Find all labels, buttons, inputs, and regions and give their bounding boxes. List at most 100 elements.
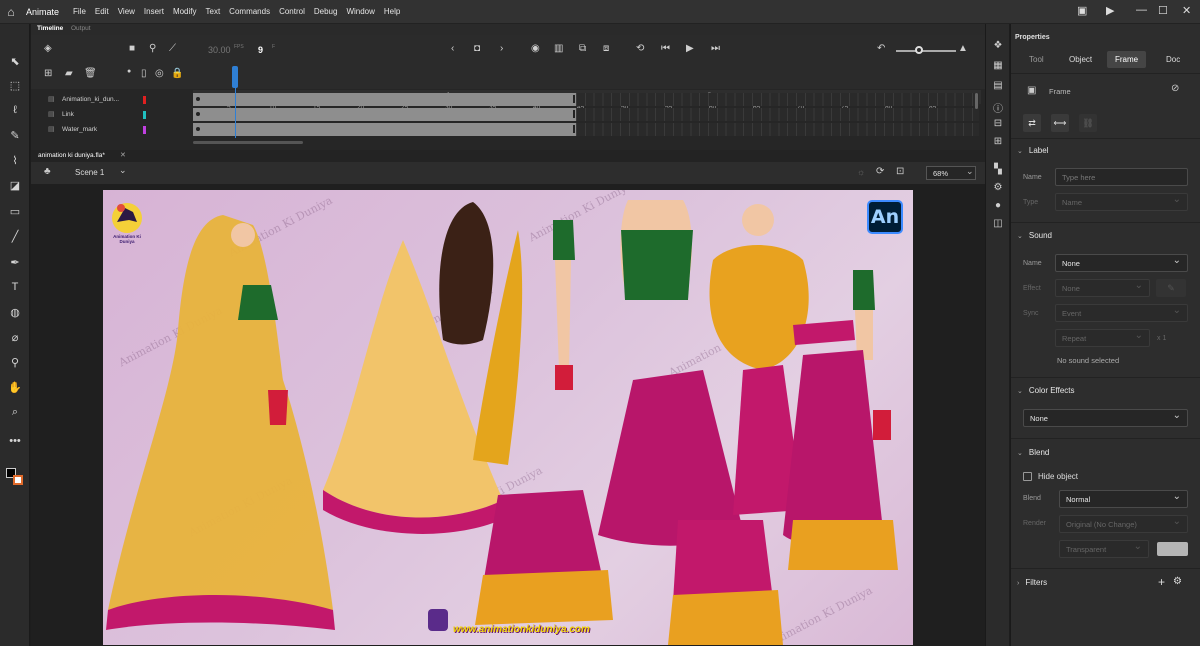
visibility-icon[interactable]: ◎ — [155, 68, 164, 79]
components-icon[interactable]: ▚ — [990, 164, 1006, 178]
tab-timeline[interactable]: Timeline — [37, 25, 63, 32]
loop-icon[interactable]: ⟲ — [636, 43, 644, 54]
tab-tool[interactable]: Tool — [1029, 55, 1044, 64]
snap-icon[interactable]: ⟳ — [876, 166, 884, 177]
graph-icon[interactable]: ⟋ — [169, 43, 176, 54]
layer-row[interactable]: ▤ Link — [31, 108, 191, 123]
layer-row[interactable]: ▤ Water_mark — [31, 123, 191, 138]
frame-zoom-handle[interactable] — [915, 46, 923, 54]
rectangle-icon[interactable]: ▭ — [6, 202, 24, 220]
onion-outline-icon[interactable]: ▥ — [554, 43, 563, 54]
frame-span[interactable] — [193, 123, 576, 136]
menu-help[interactable]: Help — [384, 7, 400, 16]
layer-row[interactable]: ▤ Animation_ki_dun... — [31, 93, 191, 108]
insert-keyframe-icon[interactable]: ◘ — [474, 43, 480, 54]
filters-section-header[interactable]: › Filters — [1017, 578, 1047, 587]
fill-color-swatch[interactable] — [13, 475, 23, 485]
lasso-icon[interactable]: ℓ — [6, 101, 24, 119]
tab-doc[interactable]: Doc — [1166, 55, 1180, 64]
undo-zoom-icon[interactable]: ↶ — [877, 43, 885, 54]
close-icon[interactable]: ✕ — [1182, 4, 1191, 17]
zoom-dropdown-icon[interactable]: ⌄ — [966, 166, 974, 177]
swap-icon[interactable]: ⊘ — [1171, 83, 1179, 94]
add-layer-icon[interactable]: ⊞ — [44, 68, 52, 79]
tab-object[interactable]: Object — [1069, 55, 1092, 64]
playhead[interactable] — [232, 66, 238, 88]
zoom-value[interactable]: 68% — [933, 169, 948, 178]
layout-icon[interactable]: ▣ — [1077, 4, 1087, 17]
add-filter-icon[interactable]: + — [1158, 575, 1165, 589]
layer-name[interactable]: Link — [62, 111, 74, 118]
stage-area[interactable]: Animation Ki Duniya Animation Ki Duniya … — [31, 184, 985, 646]
assets-icon[interactable]: ❖ — [990, 40, 1006, 54]
info-icon[interactable]: ⓘ — [990, 100, 1006, 115]
sync-select[interactable]: Event — [1055, 304, 1188, 322]
empty-frames[interactable] — [576, 93, 979, 106]
highlight-icon[interactable]: ● — [127, 68, 131, 75]
type-select[interactable]: Name — [1055, 193, 1188, 211]
filter-settings-icon[interactable]: ⚙ — [1173, 576, 1182, 587]
layer-name[interactable]: Animation_ki_dun... — [62, 96, 119, 103]
scene-dropdown-icon[interactable]: ⌄ — [119, 165, 127, 176]
layers-icon[interactable]: ◈ — [44, 43, 52, 54]
frame-span[interactable] — [193, 108, 576, 121]
pen-icon[interactable]: ✒ — [6, 253, 24, 271]
code-snippets-icon[interactable]: ● — [990, 200, 1006, 214]
sound-section-header[interactable]: ⌄ Sound — [1017, 231, 1052, 240]
tab-frame[interactable]: Frame — [1107, 51, 1147, 68]
frame-name-input[interactable]: Type here — [1055, 168, 1188, 186]
free-transform-icon[interactable]: ⬚ — [6, 76, 24, 94]
keyframe-dot[interactable] — [196, 112, 200, 116]
color-effect-select[interactable]: None — [1023, 409, 1188, 427]
empty-frames[interactable] — [576, 123, 979, 136]
add-folder-icon[interactable]: ▰ — [65, 68, 73, 79]
hand-icon[interactable]: ✋ — [6, 378, 24, 396]
menu-commands[interactable]: Commands — [229, 7, 270, 16]
close-tab-icon[interactable]: ✕ — [120, 151, 126, 159]
transform-icon[interactable]: ⊞ — [990, 136, 1006, 150]
tween-icon[interactable]: ⧈ — [603, 43, 609, 54]
background-color-swatch[interactable] — [1157, 542, 1188, 556]
label-section-header[interactable]: ⌄ Label — [1017, 146, 1048, 155]
layer-color-swatch[interactable] — [143, 96, 146, 104]
symbol-icon[interactable]: ☼ — [857, 167, 865, 177]
empty-frames[interactable] — [576, 108, 979, 121]
blend-section-header[interactable]: ⌄ Blend — [1017, 448, 1049, 457]
timeline-scrollbar[interactable] — [193, 141, 303, 144]
maximize-icon[interactable]: ☐ — [1158, 4, 1168, 17]
site-url[interactable]: www.animationkiduniya.com — [453, 624, 590, 635]
menu-text[interactable]: Text — [206, 7, 221, 16]
menu-edit[interactable]: Edit — [95, 7, 109, 16]
more-tools-icon[interactable]: ••• — [6, 432, 24, 450]
split-icon[interactable]: ⟷ — [1051, 114, 1069, 132]
brush-icon[interactable]: ✎ — [6, 126, 24, 144]
selection-tool-icon[interactable]: ⬉ — [6, 52, 24, 70]
layers-scrollbar[interactable] — [975, 93, 978, 109]
scene-name[interactable]: Scene 1 — [75, 168, 104, 177]
sound-name-select[interactable]: None — [1055, 254, 1188, 272]
sync-frames-icon[interactable]: ⇄ — [1023, 114, 1041, 132]
effect-select[interactable]: None — [1055, 279, 1150, 297]
frame-span[interactable] — [193, 93, 576, 106]
history-icon[interactable]: ◫ — [990, 218, 1006, 232]
document-tab[interactable]: animation ki duniya.fla* — [38, 152, 105, 159]
delete-layer-icon[interactable]: 🗑 — [84, 68, 97, 79]
fps-value[interactable]: 30.00 — [208, 45, 231, 55]
line-icon[interactable]: ╱ — [6, 227, 24, 245]
library-icon[interactable]: ▦ — [990, 60, 1006, 74]
eraser-icon[interactable]: ◪ — [6, 176, 24, 194]
step-forward-icon[interactable]: ⏭ — [711, 43, 720, 54]
home-icon[interactable]: ⌂ — [0, 0, 22, 24]
outline-icon[interactable]: ▯ — [141, 68, 147, 79]
play-icon[interactable]: ▶ — [686, 43, 694, 54]
frame-zoom-slider[interactable] — [896, 50, 956, 52]
edit-multiple-icon[interactable]: ⧉ — [579, 43, 586, 54]
step-back-icon[interactable]: ⏮ — [661, 43, 670, 54]
transparent-select[interactable]: Transparent — [1059, 540, 1149, 558]
paint-bucket-icon[interactable]: ◍ — [6, 303, 24, 321]
layer-name[interactable]: Water_mark — [62, 126, 97, 133]
hide-object-label[interactable]: Hide object — [1038, 472, 1078, 481]
render-select[interactable]: Original (No Change) — [1059, 515, 1188, 533]
current-frame[interactable]: 9 — [258, 45, 263, 55]
properties-icon[interactable]: ▤ — [990, 80, 1006, 94]
